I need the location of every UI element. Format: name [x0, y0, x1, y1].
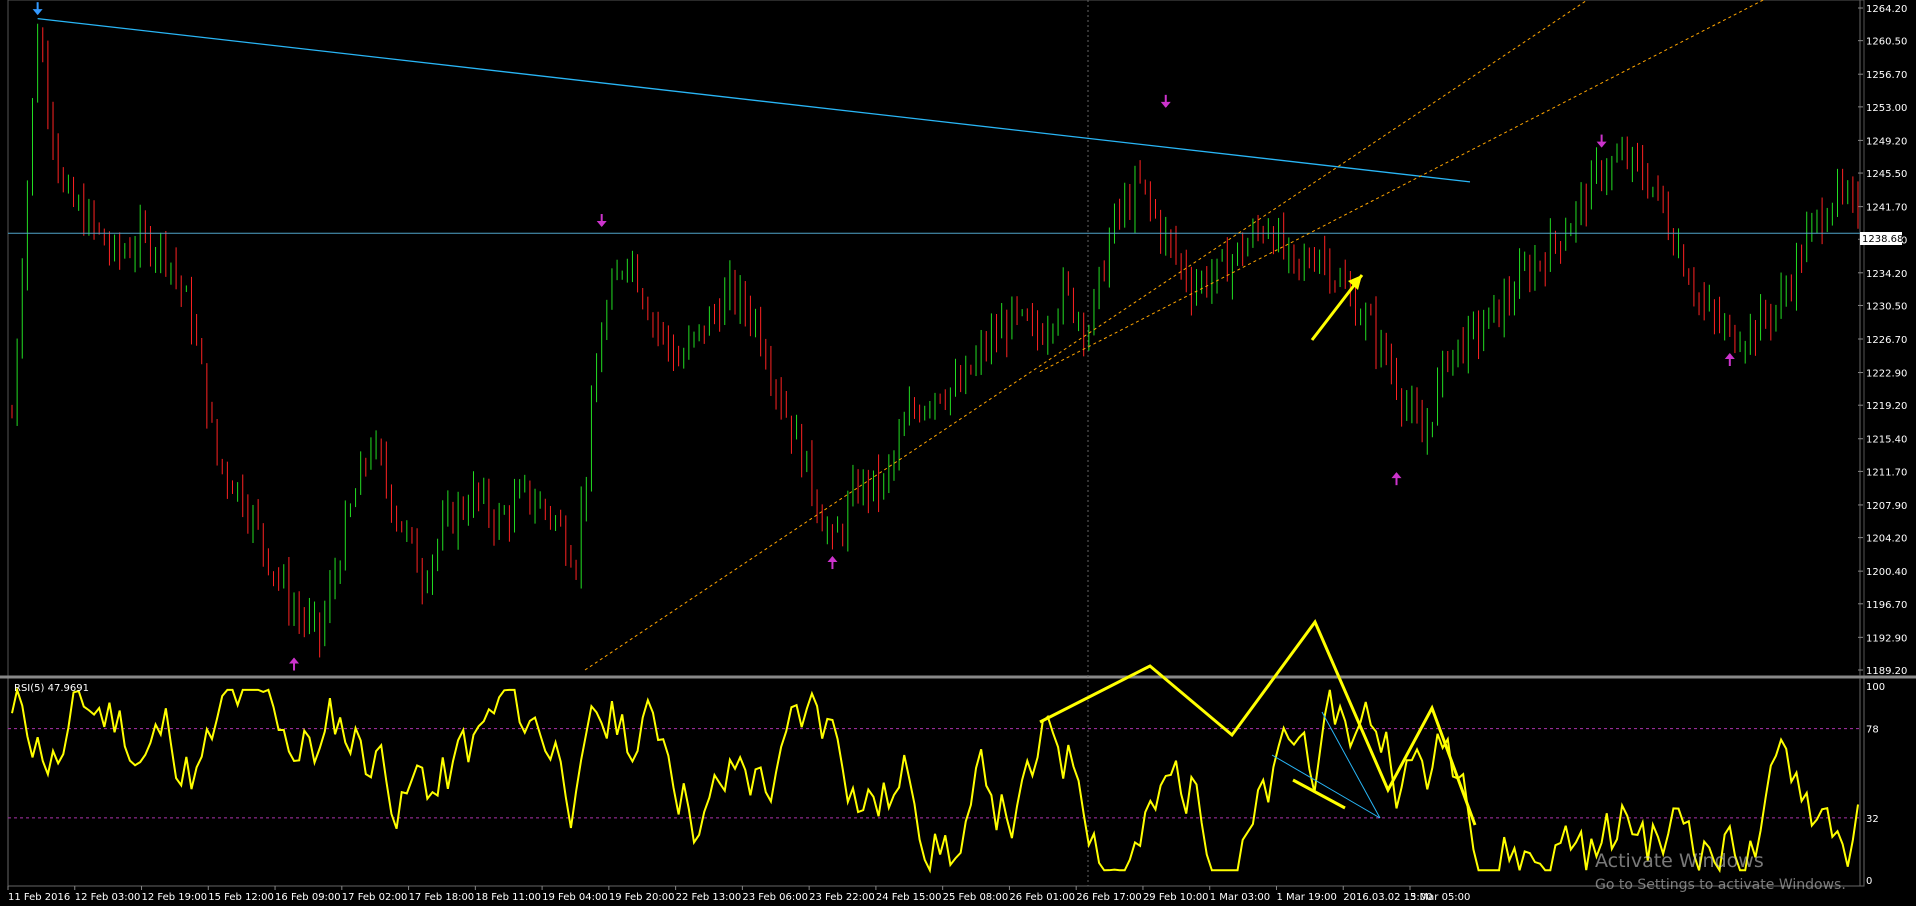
price-tick-label: 1204.20	[1866, 534, 1907, 545]
channel-line-lower	[1039, 0, 1765, 373]
trading-chart[interactable]: 1264.20 1260.50 1256.70 1253.00 1249.20 1245.…	[0, 0, 1916, 906]
price-tick-label: 1196.70	[1866, 600, 1907, 611]
time-tick-label: 24 Feb 15:00	[876, 892, 942, 903]
price-tick-label: 1234.20	[1866, 269, 1907, 280]
watermark-subtitle: Go to Settings to activate Windows.	[1595, 877, 1846, 893]
time-tick-label: 26 Feb 01:00	[1009, 892, 1075, 903]
price-pane-frame	[7, 0, 1865, 677]
time-tick-label: 22 Feb 13:00	[676, 892, 742, 903]
rsi-title: RSI(5) 47.9691	[14, 683, 89, 694]
swing-low-arrowhead	[827, 556, 838, 563]
resistance-trendline	[37, 17, 1471, 183]
watermark-title: Activate Windows	[1595, 850, 1764, 872]
swing-high-arrowhead	[1160, 101, 1171, 108]
price-tick-label: 1192.90	[1866, 633, 1907, 644]
price-tick-label: 1215.40	[1866, 435, 1907, 446]
rsi-pane-frame	[7, 677, 1865, 887]
rsi-tick-label: 0	[1866, 876, 1872, 887]
annotation-rsi-arrow	[1292, 778, 1346, 810]
price-tick-label: 1245.50	[1866, 169, 1907, 180]
time-tick-label: 25 Feb 08:00	[943, 892, 1009, 903]
rsi-trendline-b	[1321, 711, 1381, 819]
time-tick-label: 18 Feb 11:00	[475, 892, 541, 903]
swing-high-arrowhead	[596, 221, 607, 228]
time-tick-label: 1 Mar 03:00	[1210, 892, 1270, 903]
swing-low-arrowhead	[289, 657, 300, 664]
swing-high-arrowhead	[1596, 141, 1607, 148]
price-tick-label: 1189.20	[1866, 666, 1907, 677]
price-tick-label: 1241.70	[1866, 203, 1907, 214]
swing-markers	[32, 2, 1735, 671]
swing-low-arrowhead	[1391, 472, 1402, 479]
time-tick-label: 16 Feb 09:00	[275, 892, 341, 903]
rsi-tick-label: 78	[1866, 725, 1879, 736]
rsi-tick-label: 100	[1866, 682, 1885, 693]
time-tick-label: 17 Feb 18:00	[409, 892, 475, 903]
time-tick-label: 29 Feb 10:00	[1143, 892, 1209, 903]
current-price-label: 1238.68	[1862, 234, 1903, 245]
price-tick-label: 1226.70	[1866, 335, 1907, 346]
swing-low-arrowhead	[1724, 353, 1735, 360]
price-tick-label: 1222.90	[1866, 369, 1907, 380]
price-tick-label: 1264.20	[1866, 4, 1907, 15]
rsi-line	[11, 686, 1859, 874]
current-price-tag: 1238.68	[1860, 232, 1903, 245]
time-tick-label: 12 Feb 03:00	[75, 892, 141, 903]
drawings	[8, 0, 1860, 886]
time-tick-label: 19 Feb 04:00	[542, 892, 608, 903]
time-tick-label: 11 Feb 2016	[8, 892, 70, 903]
rsi-tick-label: 32	[1866, 814, 1879, 825]
channel-line-upper	[584, 0, 1589, 671]
price-scale: 1264.20 1260.50 1256.70 1253.00 1249.20 1245.…	[1858, 0, 1907, 677]
time-tick-label: 17 Feb 02:00	[342, 892, 408, 903]
time-tick-label: 26 Feb 17:00	[1076, 892, 1142, 903]
time-tick-label: 15 Feb 12:00	[208, 892, 274, 903]
price-tick-label: 1207.90	[1866, 501, 1907, 512]
time-tick-label: 3 Mar 05:00	[1410, 892, 1470, 903]
rsi-indicator: 100 78 32 0	[8, 619, 1885, 887]
time-tick-label: 23 Feb 06:00	[742, 892, 808, 903]
price-tick-label: 1253.00	[1866, 103, 1907, 114]
price-tick-label: 1230.50	[1866, 301, 1907, 312]
time-tick-label: 1 Mar 19:00	[1276, 892, 1336, 903]
time-tick-label: 19 Feb 20:00	[609, 892, 675, 903]
price-tick-label: 1219.20	[1866, 401, 1907, 412]
time-scale: 11 Feb 2016 12 Feb 03:00 12 Feb 19:00 15 Fe…	[7, 886, 1470, 903]
price-tick-label: 1260.50	[1866, 37, 1907, 48]
time-tick-label: 12 Feb 19:00	[142, 892, 208, 903]
price-tick-label: 1249.20	[1866, 136, 1907, 147]
time-tick-label: 23 Feb 22:00	[809, 892, 875, 903]
rsi-trendline-a	[1271, 754, 1381, 819]
price-tick-label: 1200.40	[1866, 567, 1907, 578]
swing-high-arrowhead	[32, 9, 43, 16]
price-tick-label: 1256.70	[1866, 70, 1907, 81]
candles	[11, 23, 1859, 658]
price-tick-label: 1211.70	[1866, 467, 1907, 478]
